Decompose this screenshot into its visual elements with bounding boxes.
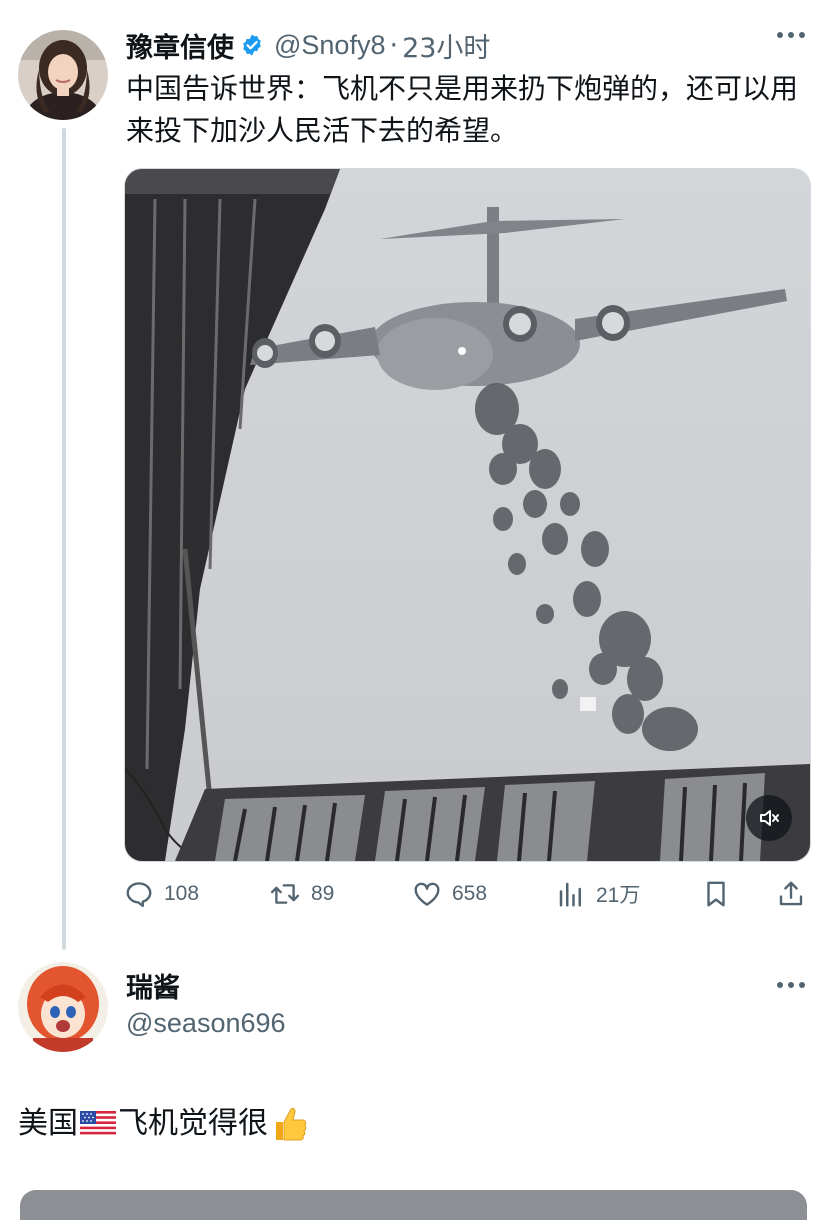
video-frame-image [125,169,810,861]
retweet-icon [270,884,300,904]
reply-icon [126,882,152,908]
reply-text: 美国 飞机觉得很 [18,1102,312,1146]
reply-count: 108 [164,882,200,905]
next-post-media-preview[interactable] [20,1190,807,1220]
like-button[interactable]: 658 [412,874,487,914]
views-count: 21万 [596,884,641,907]
us-flag-emoji-icon [80,1111,116,1137]
verified-badge-icon [240,33,264,57]
views-button[interactable]: 21万 [556,874,640,914]
thumbs-up-emoji-icon [270,1104,310,1144]
separator-dot: · [389,29,399,61]
author-display-name[interactable]: 豫章信使 [126,26,234,65]
reply-text-part-1: 美国 [18,1106,78,1141]
tweet-text: 中国告诉世界：飞机不只是用来扔下炮弹的，还可以用来投下加沙人民活下去的希望。 [126,72,799,147]
heart-icon [414,882,440,906]
like-count: 658 [452,882,488,905]
tweet-timestamp[interactable]: 23小时 [402,26,490,65]
mute-toggle-button[interactable] [746,795,792,841]
reply-author-avatar[interactable] [18,962,108,1052]
author-avatar[interactable] [18,30,108,120]
reply-button[interactable]: 108 [124,874,199,914]
more-options-icon[interactable] [777,32,805,38]
retweet-button[interactable]: 89 [269,874,334,914]
views-chart-icon [559,882,581,907]
reply-author-handle[interactable]: @season696 [126,1008,286,1039]
bookmark-icon [707,881,725,907]
muted-speaker-icon [760,810,779,826]
tweet-action-bar: 108 89 658 21万 [124,874,808,914]
bookmark-button[interactable] [701,874,731,914]
retweet-count: 89 [311,882,335,905]
reply-more-options-icon[interactable] [777,982,805,988]
share-icon [779,881,803,906]
reply-author-name[interactable]: 瑞酱 [126,966,180,1005]
thread-connector-line [62,128,66,950]
share-button[interactable] [776,874,806,914]
author-handle[interactable]: @Snofy8 [274,30,385,61]
tweet-video[interactable] [124,168,811,862]
tweet-header: 豫章信使 @Snofy8 · 23小时 [126,24,490,66]
reply-text-part-2: 飞机觉得很 [118,1106,268,1141]
